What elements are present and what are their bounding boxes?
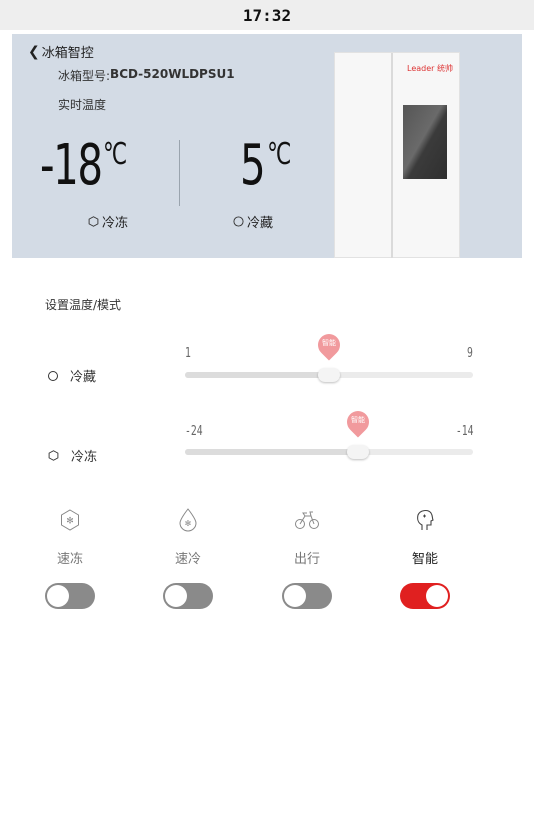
toggle-knob <box>284 585 306 607</box>
fridge-slider-pin: 智能 <box>313 329 345 361</box>
fridge-door-split <box>391 53 393 258</box>
fridge-row-text: 冷藏 <box>70 370 97 385</box>
mode-quick-freeze-label: 速冻 <box>56 552 83 567</box>
freezer-min-tick: -24 <box>185 424 203 439</box>
mode-travel: 出行 <box>262 506 352 609</box>
freeze-zone-label: 冷冻 <box>88 212 128 231</box>
fridge-zone-label: 冷藏 <box>233 212 273 231</box>
fridge-min-tick: 1 <box>185 346 191 361</box>
mode-smart: 智能 <box>380 506 470 609</box>
temp-divider <box>179 140 180 206</box>
model-line: 冰箱型号: BCD-520WLDPSU1 <box>58 67 235 84</box>
svg-text:✻: ✻ <box>66 517 74 527</box>
fridge-brand-logo: Leader 统帅 <box>407 64 453 73</box>
freeze-temp-unit: ℃ <box>102 137 127 172</box>
back-button[interactable]: ❮ 冰箱智控 <box>28 42 94 62</box>
circle-icon <box>48 370 58 381</box>
mode-travel-label: 出行 <box>293 552 320 567</box>
freezer-pin-label: 智能 <box>351 416 365 424</box>
realtime-label: 实时温度 <box>58 98 107 112</box>
fridge-temp-display: 5℃ <box>240 138 291 194</box>
toggle-knob <box>165 585 187 607</box>
fridge-zone-text: 冷藏 <box>247 216 274 231</box>
mode-quick-cool-label: 速冷 <box>174 552 201 567</box>
bicycle-icon <box>262 506 352 534</box>
quick-freeze-toggle[interactable] <box>45 583 95 609</box>
mode-quick-freeze: ✻ 速冻 <box>25 506 115 609</box>
freezer-temp-slider[interactable]: 智能 <box>185 406 473 459</box>
mode-smart-label: 智能 <box>411 552 438 567</box>
freezer-slider-thumb[interactable] <box>347 445 369 459</box>
chevron-left-icon: ❮ <box>28 43 40 60</box>
snowflake-hex-icon: ✻ <box>25 506 115 534</box>
travel-toggle[interactable] <box>282 583 332 609</box>
mode-quick-cool: ✻ 速冷 <box>143 506 233 609</box>
hexagon-icon <box>48 450 59 461</box>
freezer-slider-pin: 智能 <box>342 406 374 438</box>
realtime-panel: ❮ 冰箱智控 冰箱型号: BCD-520WLDPSU1 实时温度 -18℃ 5℃… <box>12 34 522 258</box>
fridge-product-image: Leader 统帅 <box>334 52 460 258</box>
fridge-slider-fill <box>185 372 329 378</box>
settings-title: 设置温度/模式 <box>45 298 122 312</box>
model-prefix: 冰箱型号: <box>58 69 111 83</box>
drop-snowflake-icon: ✻ <box>143 506 233 534</box>
fridge-temp-unit: ℃ <box>267 137 292 172</box>
freezer-row-label: 冷冻 <box>48 446 97 465</box>
freeze-temp-display: -18℃ <box>40 137 127 194</box>
fridge-pin-label: 智能 <box>322 339 336 347</box>
freeze-temp-value: -18 <box>40 133 103 198</box>
freezer-max-tick: -14 <box>455 424 473 439</box>
model-value: BCD-520WLDPSU1 <box>110 67 235 81</box>
freezer-row-text: 冷冻 <box>71 450 98 465</box>
freeze-zone-text: 冷冻 <box>102 216 129 231</box>
toggle-knob <box>47 585 69 607</box>
fridge-temp-value: 5 <box>240 133 266 198</box>
fridge-temp-slider[interactable]: 智能 <box>185 329 473 382</box>
fridge-max-tick: 9 <box>467 346 473 361</box>
fridge-row-label: 冷藏 <box>48 366 96 385</box>
fridge-slider-thumb[interactable] <box>318 368 340 382</box>
smart-head-icon <box>380 506 470 534</box>
freezer-slider-fill <box>185 449 358 455</box>
status-time: 17:32 <box>242 5 292 25</box>
circle-icon <box>233 216 244 227</box>
svg-text:✻: ✻ <box>185 519 192 528</box>
fridge-display-panel <box>403 105 447 179</box>
status-bar: 17:32 <box>0 0 534 30</box>
back-label: 冰箱智控 <box>41 46 94 61</box>
hexagon-icon <box>88 216 99 227</box>
toggle-knob <box>426 585 448 607</box>
quick-cool-toggle[interactable] <box>163 583 213 609</box>
smart-toggle[interactable] <box>400 583 450 609</box>
